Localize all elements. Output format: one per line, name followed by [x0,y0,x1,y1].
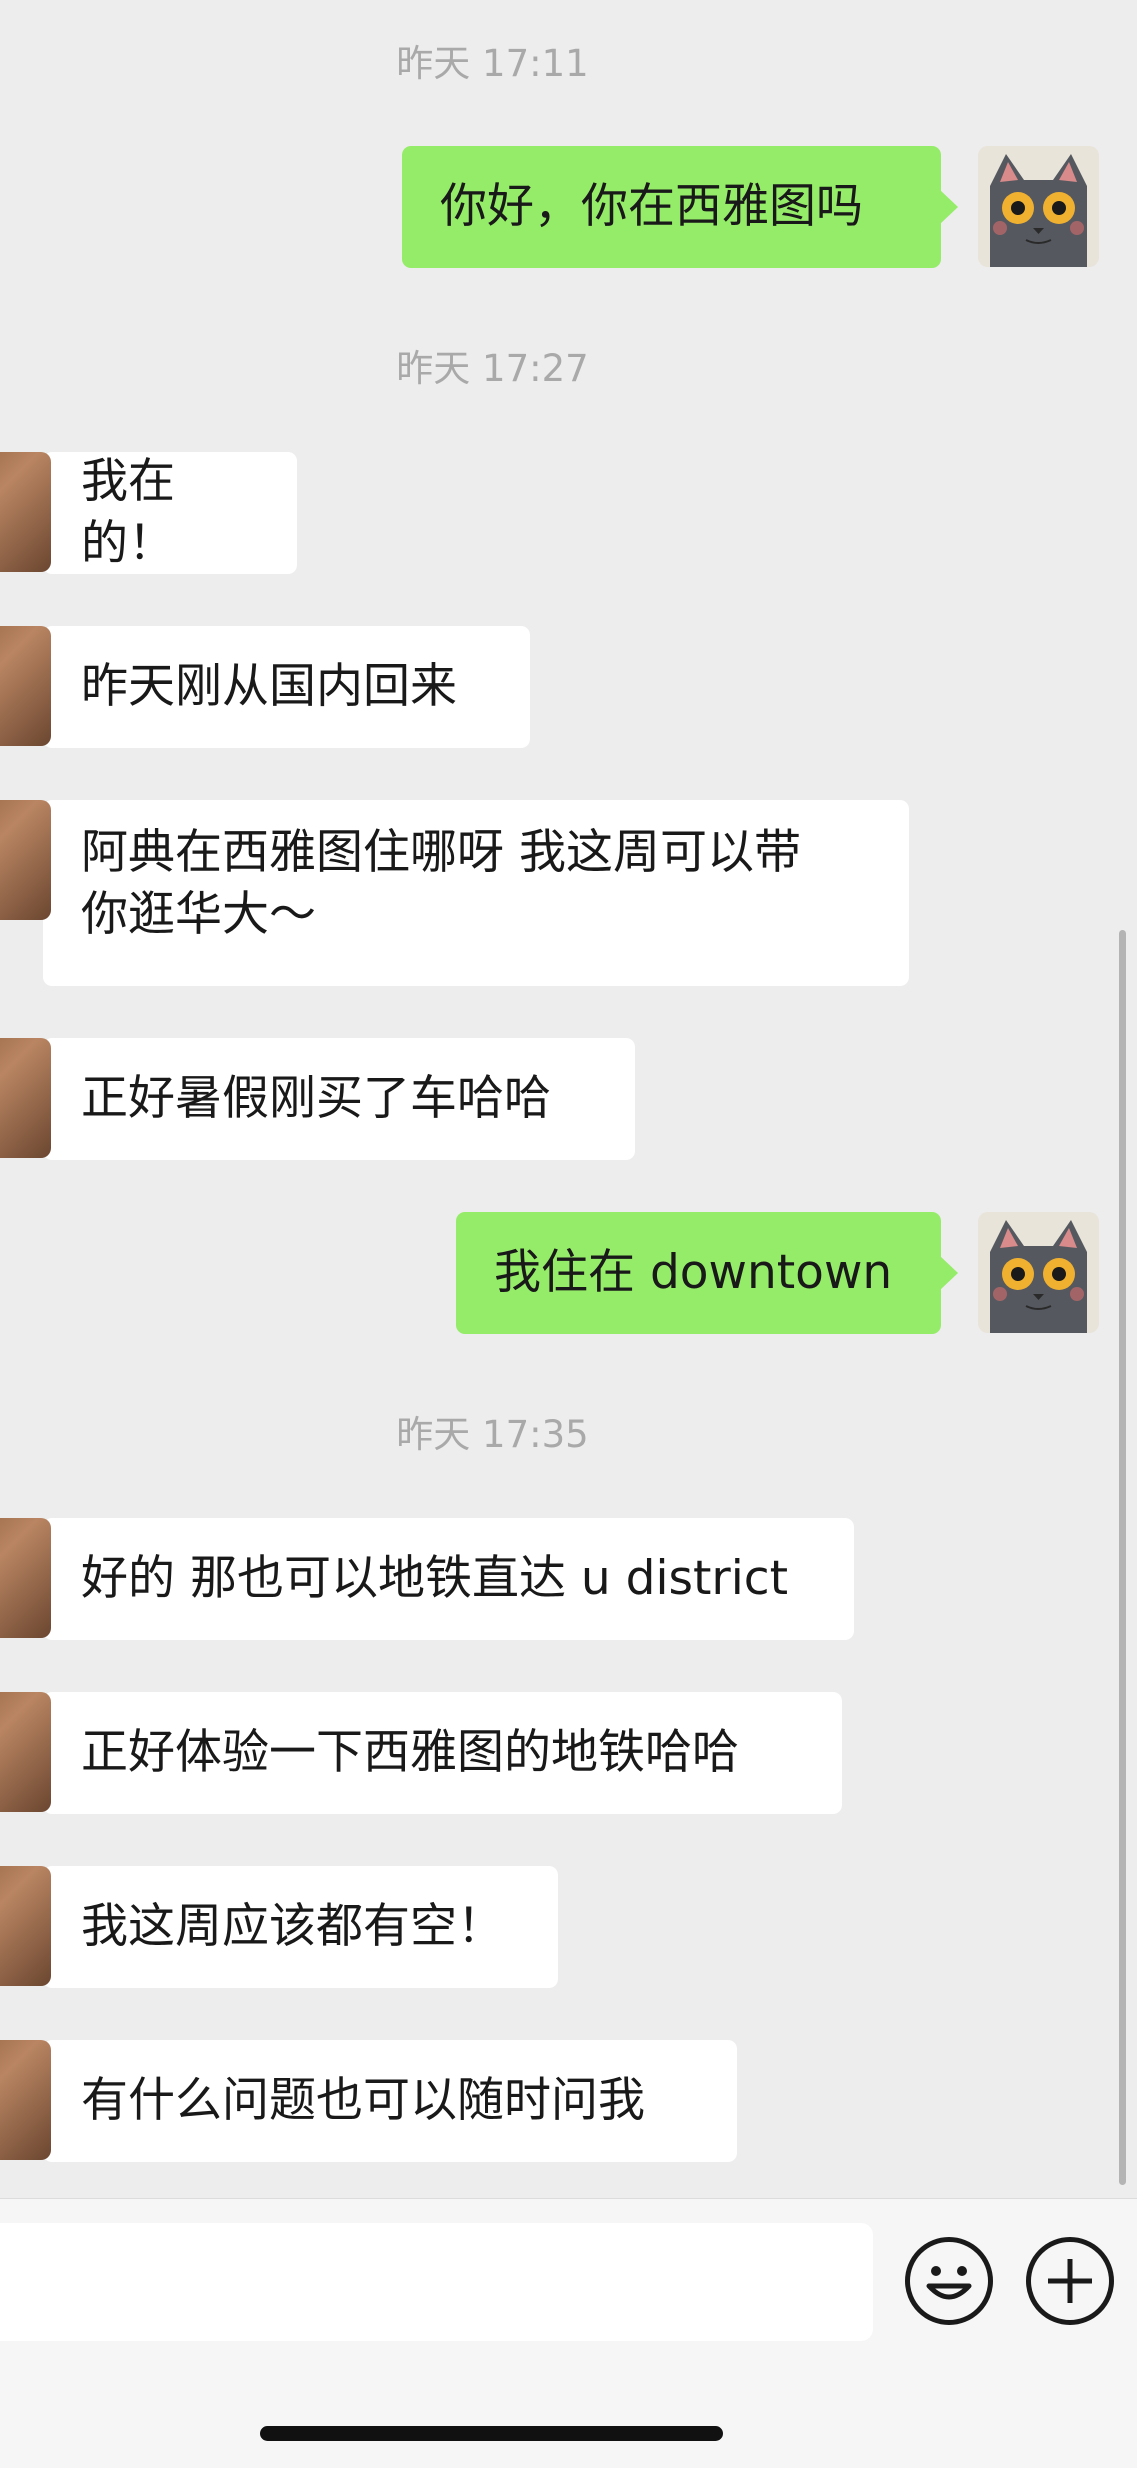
peer-avatar[interactable] [0,1038,51,1158]
peer-message-bubble[interactable]: 昨天刚从国内回来 [0,626,530,748]
message-text: 好的 那也可以地铁直达 u district [81,1551,789,1606]
peer-avatar[interactable] [0,1866,51,1986]
home-indicator[interactable] [260,2426,723,2441]
peer-message-bubble[interactable]: 我在的！ [0,452,297,574]
message-line: 阿典在西雅图住哪呀 我这周可以带 [81,825,801,880]
peer-message-bubble[interactable]: 有什么问题也可以随时问我 [0,2040,737,2162]
message-text: 正好暑假刚买了车哈哈 [81,1071,551,1126]
peer-avatar[interactable] [0,800,51,920]
timestamp: 昨天 17:35 [396,1413,589,1456]
peer-avatar[interactable] [0,1692,51,1812]
cat-avatar-icon [978,1212,1099,1333]
peer-avatar[interactable] [0,2040,51,2160]
cat-avatar-icon [978,146,1099,267]
peer-avatar[interactable] [0,452,51,572]
peer-avatar[interactable] [0,626,51,746]
message-text: 有什么问题也可以随时问我 [81,2073,645,2128]
timestamp: 昨天 17:27 [396,347,589,390]
peer-message-bubble[interactable]: 正好暑假刚买了车哈哈 [0,1038,635,1160]
message-list[interactable]: 昨天 17:11 你好，你在西雅图吗 昨天 17:27 我在的！ 昨天刚从国内回… [0,0,1137,2198]
message-text: 昨天刚从国内回来 [81,659,457,714]
peer-message-bubble[interactable]: 阿典在西雅图住哪呀 我这周可以带 你逛华大～ [0,800,909,986]
message-line: 你逛华大～ [81,887,316,942]
plus-icon [1048,2259,1092,2303]
peer-message-bubble[interactable]: 好的 那也可以地铁直达 u district [0,1518,854,1640]
my-avatar[interactable] [978,1212,1099,1333]
scrollbar[interactable] [1119,930,1126,2185]
message-text: 正好体验一下西雅图的地铁哈哈 [81,1725,739,1780]
peer-message-bubble[interactable]: 正好体验一下西雅图的地铁哈哈 [0,1692,842,1814]
plus-button[interactable] [1026,2237,1114,2325]
my-avatar[interactable] [978,146,1099,267]
my-message-bubble[interactable]: 你好，你在西雅图吗 [402,146,958,268]
message-input[interactable] [0,2223,873,2341]
chat-screen: 昨天 17:11 你好，你在西雅图吗 昨天 17:27 我在的！ 昨天刚从国内回… [0,0,1137,2468]
emoji-icon [926,2266,972,2300]
timestamp: 昨天 17:11 [396,42,589,85]
peer-avatar[interactable] [0,1518,51,1638]
my-message-bubble[interactable]: 我住在 downtown [456,1212,958,1334]
message-text: 我在的！ [81,454,175,571]
message-text: 阿典在西雅图住哪呀 我这周可以带 你逛华大～ [81,822,801,946]
emoji-button[interactable] [905,2237,993,2325]
peer-message-bubble[interactable]: 我这周应该都有空！ [0,1866,558,1988]
message-text: 我这周应该都有空！ [81,1899,504,1954]
